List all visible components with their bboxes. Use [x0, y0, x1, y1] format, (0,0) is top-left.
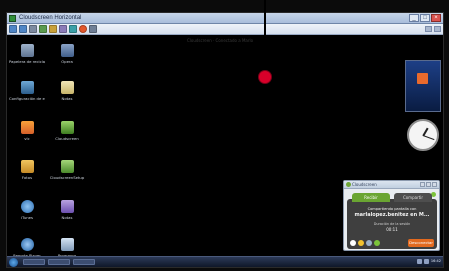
- duration-value: 00:11: [386, 227, 398, 232]
- cut-icon[interactable]: [29, 25, 37, 33]
- system-tray: 16:42: [416, 259, 441, 264]
- forward-icon[interactable]: [19, 25, 27, 33]
- tray-clock[interactable]: 16:42: [431, 259, 441, 264]
- desktop-icon-label: Papelera de reciclaje: [9, 59, 45, 64]
- chat-titlebar: Cloudscreen: [344, 181, 439, 189]
- desktop-icon-label: Fotos: [21, 175, 33, 180]
- recycle-bin-icon: [20, 44, 34, 57]
- chat-title: Cloudscreen: [352, 182, 377, 187]
- remote-desktop[interactable]: Cloudscreen · Conectado a Marlo Papelera…: [7, 35, 443, 258]
- desktop-icon-player[interactable]: iTunes: [9, 200, 45, 220]
- desktop-icon-calendar[interactable]: Notas: [49, 200, 85, 220]
- grid-icon[interactable]: [89, 25, 97, 33]
- toolbar: [7, 24, 443, 35]
- taskbar-item[interactable]: [23, 259, 45, 265]
- taskbar-item[interactable]: [73, 259, 95, 265]
- chat-tabs: Recibir Compartir: [352, 193, 432, 202]
- start-button[interactable]: [9, 258, 18, 267]
- back-icon[interactable]: [9, 25, 17, 33]
- cloudscreen-icon: [60, 121, 74, 134]
- desktop-icon-opera[interactable]: Opera: [49, 44, 85, 64]
- remote-player-icon: [20, 238, 34, 251]
- desktop-icon-label: Configuración de equipo: [9, 96, 45, 101]
- folder-icon: [20, 160, 34, 173]
- close-button[interactable]: ×: [431, 14, 441, 22]
- maximize-button[interactable]: □: [420, 14, 430, 22]
- notes-icon: [60, 81, 74, 94]
- annotation-pointer-line: [264, 0, 266, 74]
- program-icon: [60, 238, 74, 251]
- desktop-icon-program[interactable]: Programa: [49, 238, 85, 258]
- desktop-icon-label: Notas: [61, 96, 73, 101]
- tab-share[interactable]: Compartir: [394, 193, 432, 202]
- remote-user: marlalopez.benitez en M...: [354, 212, 430, 218]
- desktop-icon-label: Notas: [61, 215, 73, 220]
- window-title: Cloudscreen Horizontal: [19, 15, 82, 21]
- desktop-icon-label: iTunes: [21, 215, 33, 220]
- window-controls: _ □ ×: [409, 14, 441, 22]
- settings-icon[interactable]: [59, 25, 67, 33]
- disconnect-button[interactable]: Desconectar: [408, 239, 434, 247]
- session-caption: Cloudscreen · Conectado a Marlo: [187, 38, 254, 43]
- chat-close-button[interactable]: [432, 182, 437, 187]
- chat-minimize-button[interactable]: [420, 182, 425, 187]
- camera-icon[interactable]: [350, 240, 356, 246]
- screen-share-window[interactable]: Cloudscreen Recibir Compartir Compartien…: [343, 180, 440, 251]
- vlc-icon: [20, 121, 34, 134]
- desktop-icon-notes[interactable]: Notas: [49, 81, 85, 101]
- desktop-icon-label: CloudscreenSetup: [49, 175, 85, 180]
- folder-icon[interactable]: [358, 240, 364, 246]
- desktop-icon-vlc[interactable]: vlc: [9, 121, 45, 141]
- chat-body: Recibir Compartir Compartiendo pantalla …: [347, 193, 437, 249]
- photo-thumbnail-icon: [417, 73, 428, 84]
- taskbar-item[interactable]: [48, 259, 70, 265]
- screen-frame: Cloudscreen Horizontal _ □ × Cloudscreen…: [6, 12, 444, 268]
- calendar-icon: [60, 200, 74, 213]
- chat-icon[interactable]: [374, 240, 380, 246]
- minimize-button[interactable]: _: [409, 14, 419, 22]
- desktop-icon-control-panel[interactable]: Configuración de equipo: [9, 81, 45, 101]
- desktop-icon-remote-player[interactable]: Remote Player: [9, 238, 45, 258]
- desktop-icon-label: Opera: [61, 59, 73, 64]
- desktop-icon-cloudscreen-setup[interactable]: CloudscreenSetup: [49, 160, 85, 180]
- slideshow-gadget[interactable]: [405, 60, 441, 112]
- network-icon[interactable]: [416, 259, 422, 264]
- fullscreen-button[interactable]: [434, 26, 441, 32]
- chat-footer: Desconectar: [347, 238, 437, 249]
- paste-icon[interactable]: [49, 25, 57, 33]
- desktop-icon-cloudscreen[interactable]: Cloudscreen: [49, 121, 85, 141]
- volume-icon[interactable]: [423, 259, 429, 264]
- desktop-icon-label: Cloudscreen: [55, 136, 79, 141]
- clock-icon[interactable]: [407, 119, 439, 151]
- desktop-icon-label: vlc: [24, 136, 30, 141]
- record-icon[interactable]: [79, 25, 87, 33]
- clock-minute-hand: [422, 135, 435, 141]
- control-panel-icon: [20, 81, 34, 94]
- desktop-icon-recycle-bin[interactable]: Papelera de reciclaje: [9, 44, 45, 64]
- app-icon: [9, 15, 16, 22]
- window-titlebar: Cloudscreen Horizontal _ □ ×: [7, 13, 443, 24]
- opera-icon: [60, 44, 74, 57]
- desktop-icon-folder[interactable]: Fotos: [9, 160, 45, 180]
- image-icon[interactable]: [69, 25, 77, 33]
- session-message: Compartiendo pantalla con marlalopez.ben…: [351, 207, 433, 233]
- chat-window-controls: [420, 182, 437, 187]
- mic-icon[interactable]: [366, 240, 372, 246]
- cloudscreen-logo-icon: [346, 182, 351, 187]
- cloudscreen-setup-icon: [60, 160, 74, 173]
- taskbar: 16:42: [7, 256, 443, 267]
- chat-maximize-button[interactable]: [426, 182, 431, 187]
- annotation-marker: [259, 71, 271, 83]
- tab-receive[interactable]: Recibir: [352, 193, 390, 202]
- view-button[interactable]: [425, 26, 432, 32]
- player-icon: [20, 200, 34, 213]
- copy-icon[interactable]: [39, 25, 47, 33]
